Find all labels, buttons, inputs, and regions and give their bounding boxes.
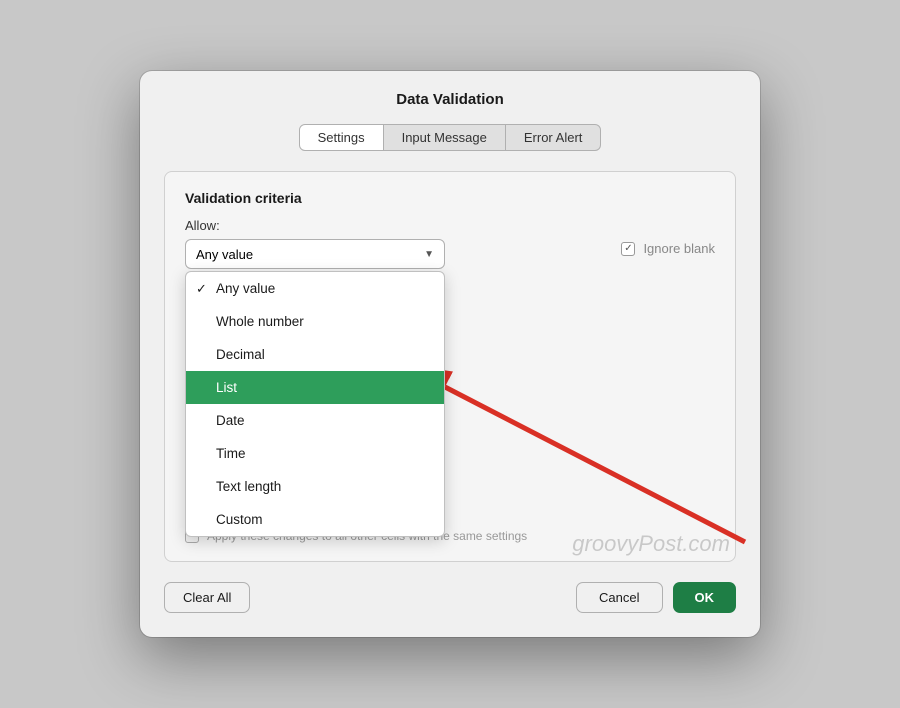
data-validation-dialog: Data Validation Settings Input Message E… xyxy=(140,71,760,637)
clear-all-button[interactable]: Clear All xyxy=(164,582,250,613)
dropdown-item-any-value[interactable]: Any value xyxy=(186,272,444,305)
allow-dropdown[interactable]: Any value ▼ xyxy=(185,239,445,269)
dropdown-item-text-length[interactable]: Text length xyxy=(186,470,444,503)
chevron-down-icon: ▼ xyxy=(424,249,434,260)
allow-dropdown-wrapper: Any value ▼ Any value Whole number Decim… xyxy=(185,239,445,269)
dialog-title: Data Validation xyxy=(164,91,736,108)
cancel-button[interactable]: Cancel xyxy=(576,582,662,613)
dropdown-item-date[interactable]: Date xyxy=(186,404,444,437)
allow-label: Allow: xyxy=(185,218,715,233)
dialog-body: Validation criteria Allow: Any value ▼ A… xyxy=(164,171,736,562)
footer-right-buttons: Cancel OK xyxy=(576,582,736,613)
dropdown-item-decimal[interactable]: Decimal xyxy=(186,338,444,371)
tab-settings[interactable]: Settings xyxy=(299,124,384,151)
dropdown-selected-value: Any value xyxy=(196,247,253,262)
allow-row: Any value ▼ Any value Whole number Decim… xyxy=(185,239,715,269)
ignore-blank-label: Ignore blank xyxy=(643,241,715,256)
validation-criteria-title: Validation criteria xyxy=(185,190,715,206)
ok-button[interactable]: OK xyxy=(673,582,737,613)
allow-dropdown-menu: Any value Whole number Decimal List Date… xyxy=(185,271,445,537)
dropdown-item-list[interactable]: List xyxy=(186,371,444,404)
dropdown-item-custom[interactable]: Custom xyxy=(186,503,444,536)
dialog-footer: Clear All Cancel OK xyxy=(164,582,736,613)
ignore-blank-row: ✓ Ignore blank xyxy=(621,241,715,256)
dropdown-item-whole-number[interactable]: Whole number xyxy=(186,305,444,338)
tab-input-message[interactable]: Input Message xyxy=(384,124,506,151)
tabs-row: Settings Input Message Error Alert xyxy=(164,124,736,151)
tab-error-alert[interactable]: Error Alert xyxy=(506,124,602,151)
dropdown-item-time[interactable]: Time xyxy=(186,437,444,470)
ignore-blank-checkbox[interactable]: ✓ xyxy=(621,242,635,256)
